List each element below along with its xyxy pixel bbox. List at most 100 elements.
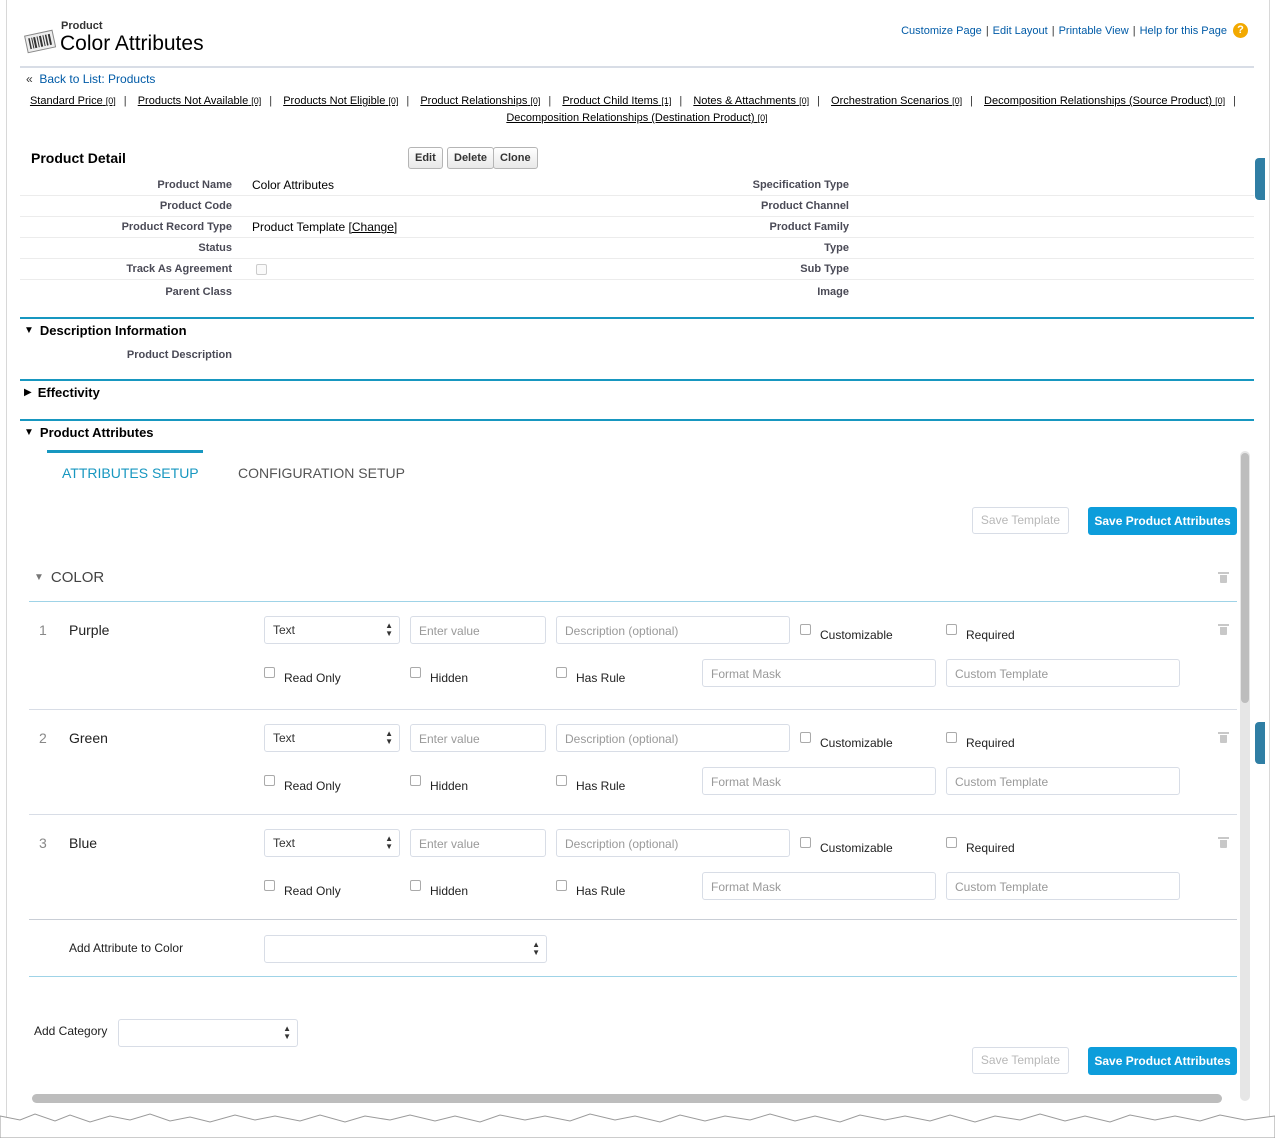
detail-row: Product Record Type Product Template [Ch… (20, 217, 1254, 238)
horizontal-scrollbar[interactable] (32, 1094, 1222, 1103)
torn-edge-decoration (0, 1113, 1275, 1138)
attribute-type-select[interactable]: Text ▲ ▼ (264, 829, 400, 857)
category-name: COLOR (50, 569, 105, 586)
detail-row: Parent Class Image (20, 282, 1254, 303)
detail-row: Product Name Color Attributes Specificat… (20, 175, 1254, 196)
save-template-button[interactable]: Save Template (972, 507, 1069, 534)
checkbox-label: Read Only (284, 884, 341, 898)
help-link[interactable]: Help for this Page (1140, 25, 1227, 37)
help-icon[interactable]: ? (1233, 23, 1248, 38)
read-only-checkbox[interactable] (264, 667, 275, 678)
add-attribute-select[interactable]: ▲ ▼ (264, 935, 547, 963)
field-label: Specification Type (752, 179, 849, 191)
value-input[interactable]: Enter value (410, 724, 546, 752)
select-arrows-icon: ▲ ▼ (532, 940, 540, 957)
edit-button[interactable]: Edit (408, 147, 443, 169)
rel-link-product-relationships[interactable]: Product Relationships [0] (420, 95, 540, 107)
description-input[interactable]: Description (optional) (556, 616, 790, 644)
printable-view-link[interactable]: Printable View (1059, 25, 1129, 37)
product-attributes-section-header[interactable]: ▼ Product Attributes (24, 425, 154, 440)
back-to-list: « Back to List: Products (26, 72, 155, 86)
description-input[interactable]: Description (optional) (556, 724, 790, 752)
customizable-checkbox[interactable] (800, 837, 811, 848)
save-template-button-bottom[interactable]: Save Template (972, 1047, 1069, 1074)
checkbox-label: Read Only (284, 671, 341, 685)
rel-link-products-not-eligible[interactable]: Products Not Eligible [0] (283, 95, 398, 107)
format-mask-input[interactable]: Format Mask (702, 872, 936, 900)
add-category-select[interactable]: ▲ ▼ (118, 1019, 298, 1047)
customizable-checkbox[interactable] (800, 732, 811, 743)
effectivity-section-header[interactable]: ▶ Effectivity (24, 385, 100, 400)
sidebar-toggle-tab[interactable] (1255, 158, 1265, 200)
back-to-list-link[interactable]: Back to List: Products (39, 72, 155, 86)
hidden-checkbox[interactable] (410, 880, 421, 891)
save-product-attributes-button-bottom[interactable]: Save Product Attributes (1088, 1047, 1237, 1075)
rel-link-products-not-available[interactable]: Products Not Available [0] (138, 95, 262, 107)
description-input[interactable]: Description (optional) (556, 829, 790, 857)
attribute-type-select[interactable]: Text ▲ ▼ (264, 616, 400, 644)
add-category-label: Add Category (34, 1024, 108, 1038)
attribute-number: 3 (39, 835, 47, 851)
delete-attribute-trash-icon[interactable] (1218, 837, 1229, 848)
delete-button[interactable]: Delete (447, 147, 495, 169)
attribute-divider (29, 709, 1237, 710)
sidebar-toggle-tab[interactable] (1255, 722, 1265, 764)
rel-link-standard-price[interactable]: Standard Price [0] (30, 95, 116, 107)
section-title: Description Information (39, 323, 187, 338)
custom-template-input[interactable]: Custom Template (946, 872, 1180, 900)
has-rule-checkbox[interactable] (556, 667, 567, 678)
has-rule-checkbox[interactable] (556, 880, 567, 891)
required-checkbox[interactable] (946, 624, 957, 635)
rel-link-decomp-destination[interactable]: Decomposition Relationships (Destination… (506, 112, 767, 124)
required-checkbox[interactable] (946, 837, 957, 848)
attribute-name: Purple (69, 622, 110, 638)
format-mask-input[interactable]: Format Mask (702, 659, 936, 687)
custom-template-input[interactable]: Custom Template (946, 767, 1180, 795)
read-only-checkbox[interactable] (264, 880, 275, 891)
vertical-scrollbar[interactable] (1240, 451, 1250, 1101)
delete-attribute-trash-icon[interactable] (1218, 624, 1229, 635)
field-label: Product Record Type (121, 221, 232, 233)
field-label: Product Channel (760, 200, 849, 212)
delete-category-trash-icon[interactable] (1218, 572, 1229, 583)
scrollbar-thumb[interactable] (1241, 453, 1249, 703)
category-divider (29, 601, 1237, 602)
tab-attributes-setup[interactable]: ATTRIBUTES SETUP (62, 465, 199, 481)
save-product-attributes-button[interactable]: Save Product Attributes (1088, 507, 1237, 535)
field-label: Parent Class (165, 286, 232, 298)
checkbox-label: Hidden (430, 884, 469, 898)
field-value-product-name: Color Attributes (252, 178, 335, 192)
format-mask-input[interactable]: Format Mask (702, 767, 936, 795)
customize-page-link[interactable]: Customize Page (901, 25, 982, 37)
rel-link-decomp-source[interactable]: Decomposition Relationships (Source Prod… (984, 95, 1225, 107)
value-input[interactable]: Enter value (410, 829, 546, 857)
edit-layout-link[interactable]: Edit Layout (993, 25, 1048, 37)
header-links: Customize Page | Edit Layout | Printable V… (901, 23, 1248, 38)
attribute-divider (29, 814, 1237, 815)
add-attribute-label: Add Attribute to Color (69, 941, 184, 955)
attribute-type-select[interactable]: Text ▲ ▼ (264, 724, 400, 752)
detail-row: Track As Agreement Sub Type (20, 259, 1254, 280)
value-input[interactable]: Enter value (410, 616, 546, 644)
has-rule-checkbox[interactable] (556, 775, 567, 786)
rel-link-product-child-items[interactable]: Product Child Items [1] (562, 95, 671, 107)
tab-configuration-setup[interactable]: CONFIGURATION SETUP (238, 465, 405, 481)
page-title: Color Attributes (60, 32, 204, 55)
track-as-agreement-checkbox (256, 264, 267, 275)
rel-link-orchestration-scenarios[interactable]: Orchestration Scenarios [0] (831, 95, 962, 107)
hidden-checkbox[interactable] (410, 775, 421, 786)
clone-button[interactable]: Clone (493, 147, 538, 169)
read-only-checkbox[interactable] (264, 775, 275, 786)
description-section-header[interactable]: ▼ Description Information (24, 323, 187, 338)
category-header[interactable]: ▼ COLOR (34, 569, 104, 586)
change-record-type-link[interactable]: [Change] (349, 220, 398, 234)
required-checkbox[interactable] (946, 732, 957, 743)
attribute-number: 2 (39, 730, 47, 746)
rel-link-notes-attachments[interactable]: Notes & Attachments [0] (693, 95, 809, 107)
hidden-checkbox[interactable] (410, 667, 421, 678)
custom-template-input[interactable]: Custom Template (946, 659, 1180, 687)
checkbox-label: Customizable (820, 841, 893, 855)
delete-attribute-trash-icon[interactable] (1218, 732, 1229, 743)
description-section: ▼ Description Information Product Descri… (20, 317, 1254, 377)
customizable-checkbox[interactable] (800, 624, 811, 635)
